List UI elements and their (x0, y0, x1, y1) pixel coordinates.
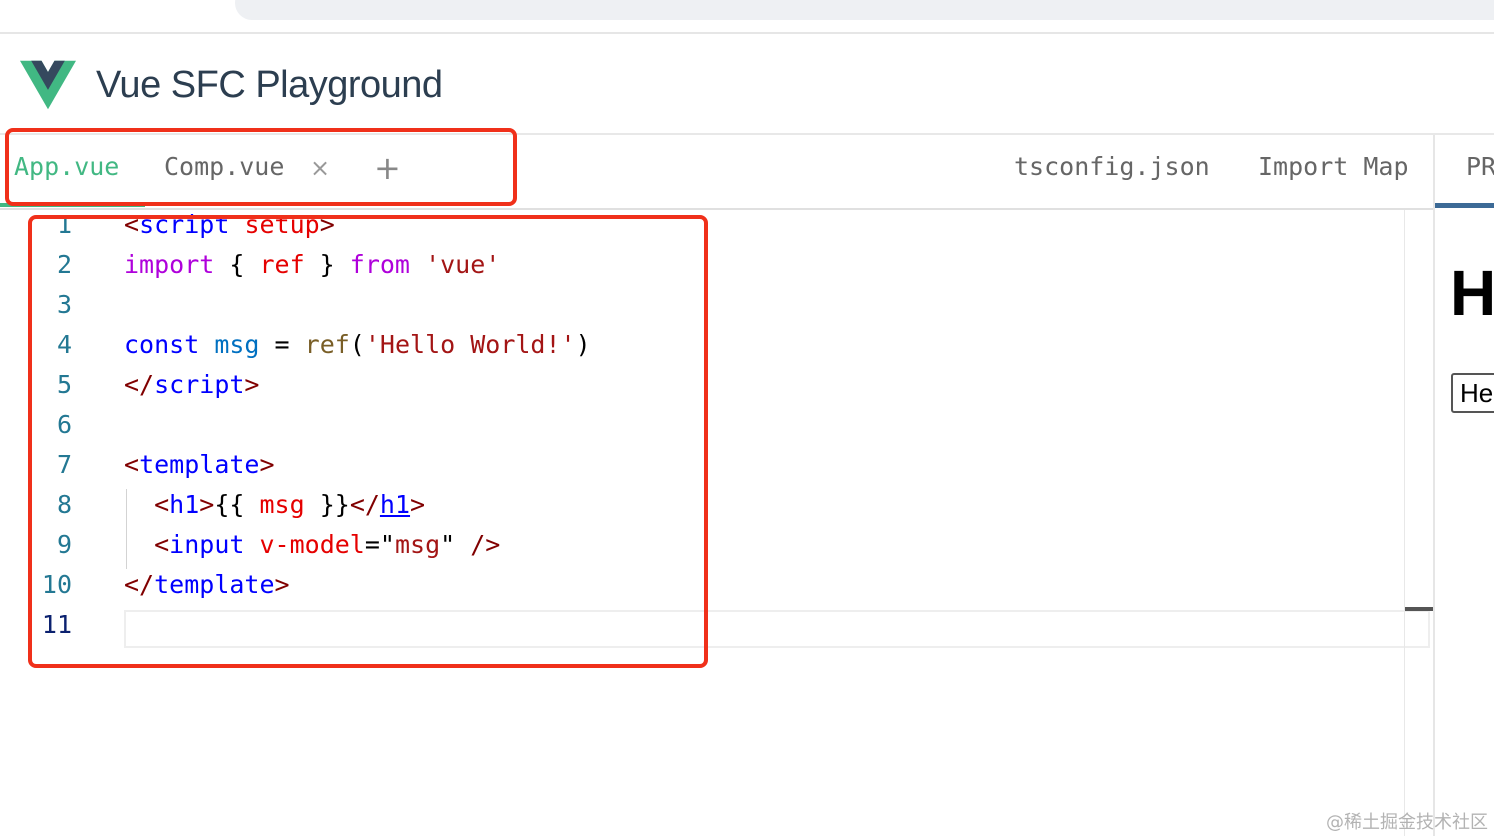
editor-scrollbar-marker[interactable] (1405, 607, 1433, 611)
preview-heading: H (1450, 257, 1494, 329)
tab-preview[interactable]: PR (1466, 152, 1494, 181)
vue-logo-icon (20, 60, 76, 110)
preview-tab-indicator (1435, 203, 1494, 208)
annotation-box-tabs (5, 128, 517, 206)
tab-import-map[interactable]: Import Map (1258, 152, 1409, 181)
app-header: Vue SFC Playground (0, 34, 1494, 134)
watermark: @稀土掘金技术社区 (1326, 812, 1488, 833)
app-title: Vue SFC Playground (96, 64, 443, 106)
browser-address-bar[interactable] (235, 0, 1494, 20)
annotation-box-code (28, 215, 708, 668)
tab-tsconfig-json[interactable]: tsconfig.json (1014, 152, 1210, 181)
editor-scrollbar-track[interactable] (1404, 210, 1405, 836)
pane-splitter[interactable] (1433, 135, 1435, 836)
preview-input[interactable]: He (1451, 373, 1494, 413)
